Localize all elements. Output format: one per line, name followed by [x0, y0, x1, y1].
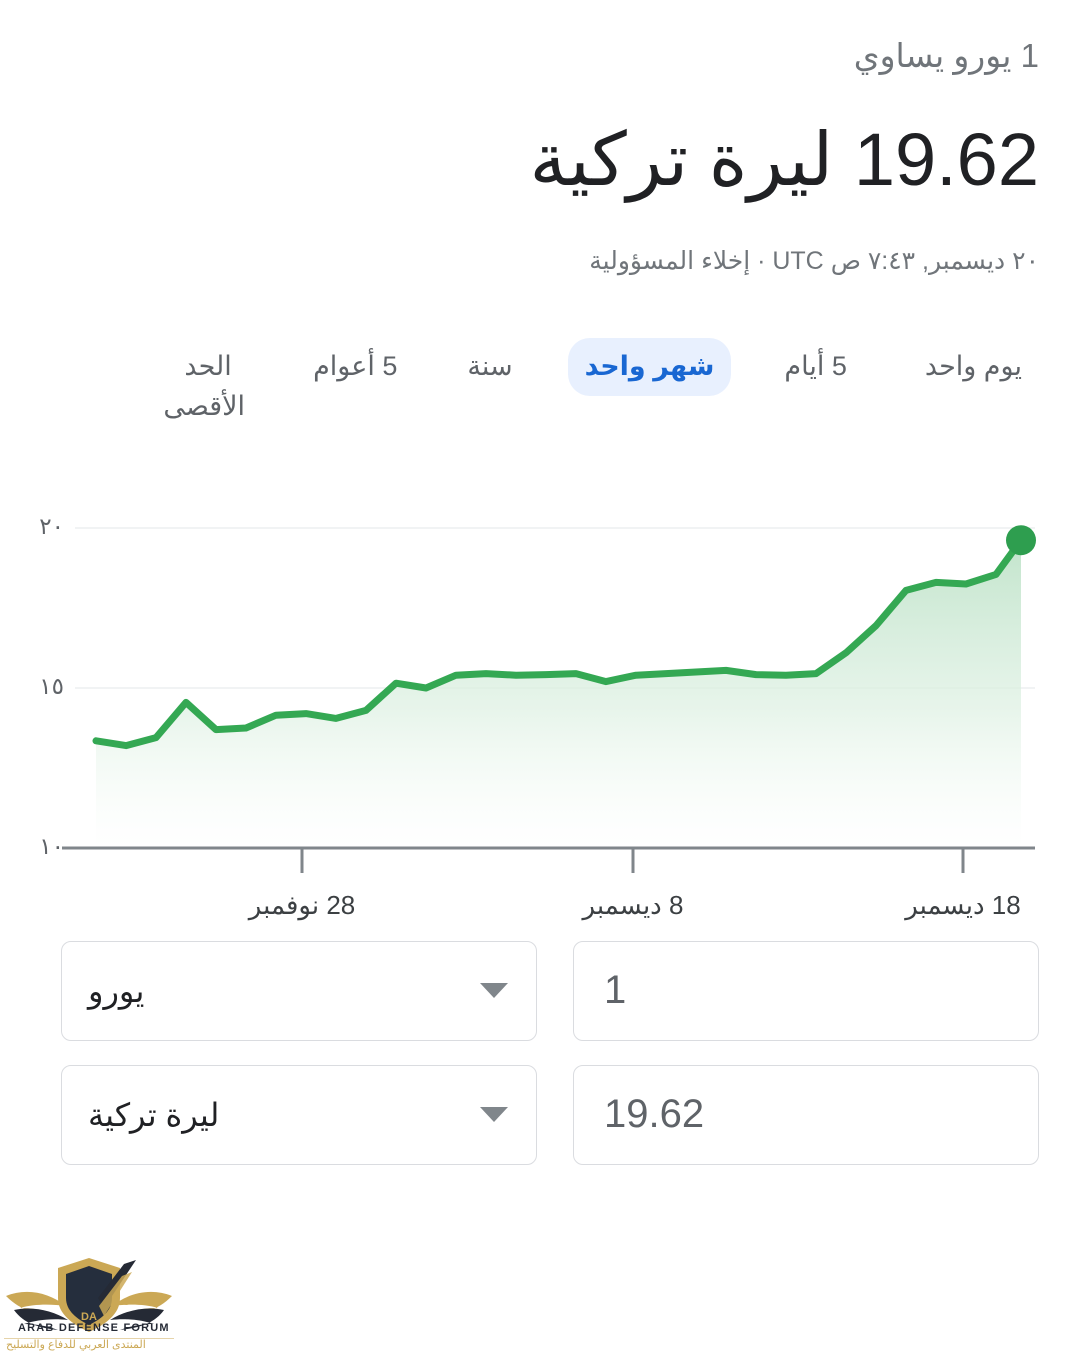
tab-one-year[interactable]: سنة	[450, 338, 529, 395]
currency-select-from[interactable]: يورو	[61, 940, 537, 1041]
page-title: 19.62 ليرة تركية	[40, 78, 1039, 207]
exchange-rate-chart[interactable]: ٢٠ ١٥ ١٠ 28 نوفمبر 8 ديسمبر 18 ديسمبر	[0, 505, 1079, 925]
converter-row-from: 1 يورو	[40, 940, 1039, 1041]
chevron-down-icon	[480, 983, 508, 999]
y-tick-15: ١٥	[39, 672, 64, 699]
currency-label-to: ليرة تركية	[88, 1096, 220, 1133]
tab-five-years[interactable]: 5 أعوام	[296, 338, 414, 395]
amount-input-to[interactable]: 19.62	[573, 1064, 1039, 1165]
shield-wings-icon: DA	[4, 1258, 174, 1339]
tab-five-days[interactable]: 5 أيام	[767, 338, 864, 395]
currency-label-from: يورو	[88, 972, 145, 1009]
converter-row-to: 19.62 ليرة تركية	[40, 1064, 1039, 1165]
chart-canvas[interactable]	[0, 505, 1079, 925]
rate-value: 19.62	[853, 117, 1039, 201]
quote-eyebrow: 1 يورو يساوي	[853, 37, 1039, 74]
logo-monogram: DA	[81, 1311, 97, 1323]
quote-timestamp-disclaimer: ٢٠ ديسمبر, ٧:٤٣ ص UTC · إخلاء المسؤولية	[589, 247, 1039, 276]
y-tick-20: ٢٠	[39, 512, 64, 539]
rate-unit: ليرة تركية	[529, 117, 834, 201]
tab-one-day[interactable]: يوم واحد	[908, 338, 1039, 395]
range-tab-bar: يوم واحد 5 أيام شهر واحد سنة 5 أعوام الح…	[40, 338, 1039, 434]
x-tick-nov-28: 28 نوفمبر	[248, 889, 356, 920]
watermark-name-latin: ARAB DEFENSE FORUM	[18, 1322, 170, 1334]
x-tick-dec-8: 8 ديسمبر	[582, 889, 684, 920]
amount-value-to: 19.62	[604, 1092, 705, 1137]
watermark-name-arabic: المنتدى العربي للدفاع والتسليح	[6, 1339, 146, 1351]
currency-select-to[interactable]: ليرة تركية	[61, 1064, 537, 1165]
tab-one-month[interactable]: شهر واحد	[567, 338, 732, 396]
chart-last-point-marker	[1006, 524, 1036, 555]
quote-header: 1 يورو يساوي 19.62 ليرة تركية ٢٠ ديسمبر,…	[0, 0, 1079, 276]
x-tick-dec-18: 18 ديسمبر	[905, 889, 1021, 920]
y-tick-10: ١٠	[39, 832, 64, 859]
amount-value-from: 1	[604, 968, 627, 1013]
chevron-down-icon	[480, 1107, 508, 1123]
chart-area-fill	[96, 539, 1021, 848]
currency-converter: 1 يورو 19.62 ليرة تركية	[40, 940, 1039, 1165]
amount-input-from[interactable]: 1	[573, 940, 1039, 1041]
forum-watermark-logo: DA ARAB DEFENSE FORUM المنتدى العربي للد…	[0, 1254, 178, 1354]
tab-max[interactable]: الحد الأقصى	[154, 338, 262, 434]
chart-x-axis	[62, 846, 1035, 873]
